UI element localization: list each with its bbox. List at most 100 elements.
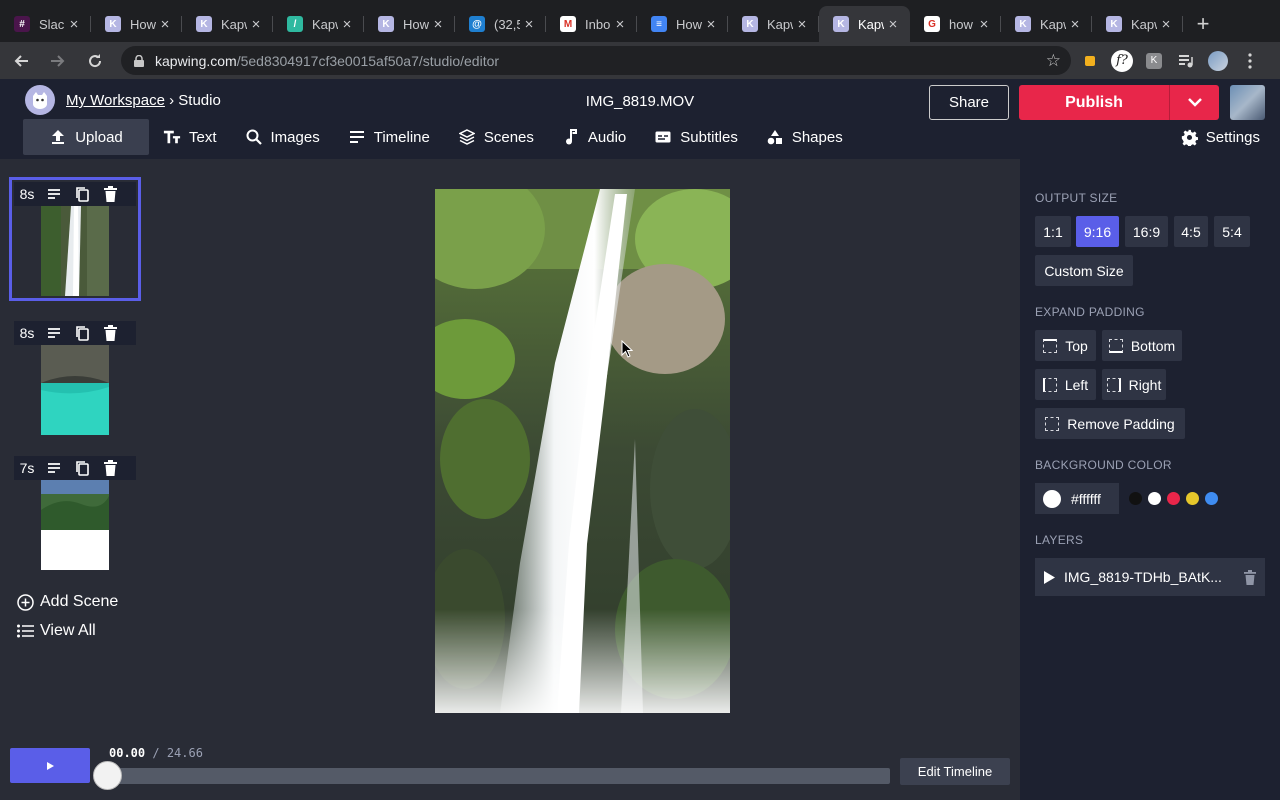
tab-close-icon[interactable]: × — [247, 15, 265, 33]
padding-top-button[interactable]: Top — [1035, 330, 1096, 361]
publish-dropdown-button[interactable] — [1170, 85, 1219, 120]
play-button[interactable] — [10, 748, 90, 783]
tab-close-icon[interactable]: × — [65, 15, 83, 33]
scene-options-icon[interactable] — [40, 456, 68, 480]
timeline-tool-button[interactable]: Timeline — [334, 119, 444, 155]
browser-tab[interactable]: # Slack× — [0, 6, 91, 42]
size-16-9-button[interactable]: 16:9 — [1125, 216, 1168, 247]
browser-menu-icon[interactable] — [1237, 48, 1263, 74]
tab-close-icon[interactable]: × — [520, 15, 538, 33]
browser-tab[interactable]: K Kapw× — [728, 6, 819, 42]
tab-close-icon[interactable]: × — [1066, 15, 1084, 33]
scene-thumbnail[interactable] — [41, 480, 109, 570]
size-4-5-button[interactable]: 4:5 — [1174, 216, 1208, 247]
swatch-white[interactable] — [1148, 492, 1161, 505]
workspace-link[interactable]: My Workspace — [66, 92, 165, 109]
background-color-picker[interactable]: #ffffff — [1035, 483, 1119, 514]
tab-favicon-icon: K — [378, 16, 394, 32]
extension-k-icon[interactable]: K — [1141, 48, 1167, 74]
settings-button[interactable]: Settings — [1181, 119, 1260, 155]
custom-size-button[interactable]: Custom Size — [1035, 255, 1133, 286]
trash-icon[interactable] — [96, 321, 124, 345]
browser-tab[interactable]: K How × — [364, 6, 455, 42]
scene-card[interactable]: 8s — [14, 321, 136, 435]
text-tool-button[interactable]: Text — [149, 119, 231, 155]
user-avatar[interactable] — [1230, 85, 1265, 120]
padding-bottom-button[interactable]: Bottom — [1102, 330, 1182, 361]
new-tab-button[interactable]: + — [1183, 6, 1223, 42]
layer-trash-icon[interactable] — [1235, 569, 1265, 585]
browser-tab[interactable]: / Kapw× — [273, 6, 364, 42]
share-button[interactable]: Share — [929, 85, 1009, 120]
address-bar[interactable]: kapwing.com/5ed8304917cf3e0015af50a7/stu… — [121, 46, 1071, 75]
scrubber-handle[interactable] — [93, 761, 122, 790]
browser-tab[interactable]: K Kapw× — [182, 6, 273, 42]
tab-close-icon[interactable]: × — [702, 15, 720, 33]
scene-thumbnail[interactable] — [41, 206, 109, 296]
tab-close-icon[interactable]: × — [429, 15, 447, 33]
duplicate-icon[interactable] — [68, 456, 96, 480]
project-filename[interactable]: IMG_8819.MOV — [586, 93, 694, 110]
scene-duration[interactable]: 8s — [14, 325, 40, 341]
tab-close-icon[interactable]: × — [884, 15, 902, 33]
browser-tab[interactable]: K Kapw× — [819, 6, 910, 42]
browser-tab[interactable]: K Kapw× — [1092, 6, 1183, 42]
scene-options-icon[interactable] — [40, 321, 68, 345]
duplicate-icon[interactable] — [68, 321, 96, 345]
browser-tab[interactable]: ≡ How × — [637, 6, 728, 42]
tab-close-icon[interactable]: × — [611, 15, 629, 33]
scrubber-track[interactable] — [107, 768, 890, 784]
trash-icon[interactable] — [96, 456, 124, 480]
edit-timeline-button[interactable]: Edit Timeline — [900, 758, 1010, 785]
browser-tab[interactable]: K How × — [91, 6, 182, 42]
trash-icon[interactable] — [96, 182, 124, 206]
tab-close-icon[interactable]: × — [338, 15, 356, 33]
upload-button[interactable]: Upload — [23, 119, 149, 155]
scene-card[interactable]: 7s — [14, 456, 136, 570]
extension-honey-icon[interactable] — [1077, 48, 1103, 74]
tab-close-icon[interactable]: × — [975, 15, 993, 33]
size-1-1-button[interactable]: 1:1 — [1035, 216, 1071, 247]
layer-item[interactable]: IMG_8819-TDHb_BAtK... — [1035, 558, 1265, 596]
tab-close-icon[interactable]: × — [1157, 15, 1175, 33]
images-tool-button[interactable]: Images — [231, 119, 334, 155]
browser-tab[interactable]: @ (32,5× — [455, 6, 546, 42]
padding-right-button[interactable]: Right — [1102, 369, 1166, 400]
video-canvas[interactable] — [435, 189, 730, 713]
back-button[interactable] — [5, 45, 37, 77]
browser-tab[interactable]: M Inbo × — [546, 6, 637, 42]
scenes-tool-button[interactable]: Scenes — [444, 119, 548, 155]
scene-duration[interactable]: 7s — [14, 460, 40, 476]
tab-close-icon[interactable]: × — [793, 15, 811, 33]
tab-title: Kapw — [1131, 16, 1157, 32]
media-control-icon[interactable] — [1173, 48, 1199, 74]
bookmark-star-icon[interactable]: ☆ — [1046, 51, 1061, 71]
workspace-avatar[interactable] — [25, 85, 55, 115]
duplicate-icon[interactable] — [68, 182, 96, 206]
scene-options-icon[interactable] — [40, 182, 68, 206]
size-9-16-button[interactable]: 9:16 — [1076, 216, 1119, 247]
padding-left-button[interactable]: Left — [1035, 369, 1096, 400]
tab-close-icon[interactable]: × — [156, 15, 174, 33]
add-scene-button[interactable]: Add Scene — [16, 593, 118, 611]
scene-card[interactable]: 8s — [9, 177, 141, 301]
subtitles-tool-button[interactable]: Subtitles — [640, 119, 752, 155]
view-all-button[interactable]: View All — [16, 622, 96, 640]
publish-button[interactable]: Publish — [1019, 85, 1169, 120]
audio-tool-button[interactable]: Audio — [548, 119, 640, 155]
remove-padding-button[interactable]: Remove Padding — [1035, 408, 1185, 439]
browser-tab[interactable]: K Kapw× — [1001, 6, 1092, 42]
swatch-red[interactable] — [1167, 492, 1180, 505]
shapes-tool-button[interactable]: Shapes — [752, 119, 857, 155]
scene-duration[interactable]: 8s — [14, 186, 40, 202]
swatch-yellow[interactable] — [1186, 492, 1199, 505]
extension-formula-icon[interactable]: f? — [1109, 48, 1135, 74]
profile-avatar[interactable] — [1205, 48, 1231, 74]
scene-thumbnail[interactable] — [41, 345, 109, 435]
swatch-blue[interactable] — [1205, 492, 1218, 505]
forward-button[interactable] — [42, 45, 74, 77]
size-5-4-button[interactable]: 5:4 — [1214, 216, 1250, 247]
browser-tab[interactable]: Ghow × — [910, 6, 1001, 42]
reload-button[interactable] — [79, 45, 111, 77]
swatch-black[interactable] — [1129, 492, 1142, 505]
